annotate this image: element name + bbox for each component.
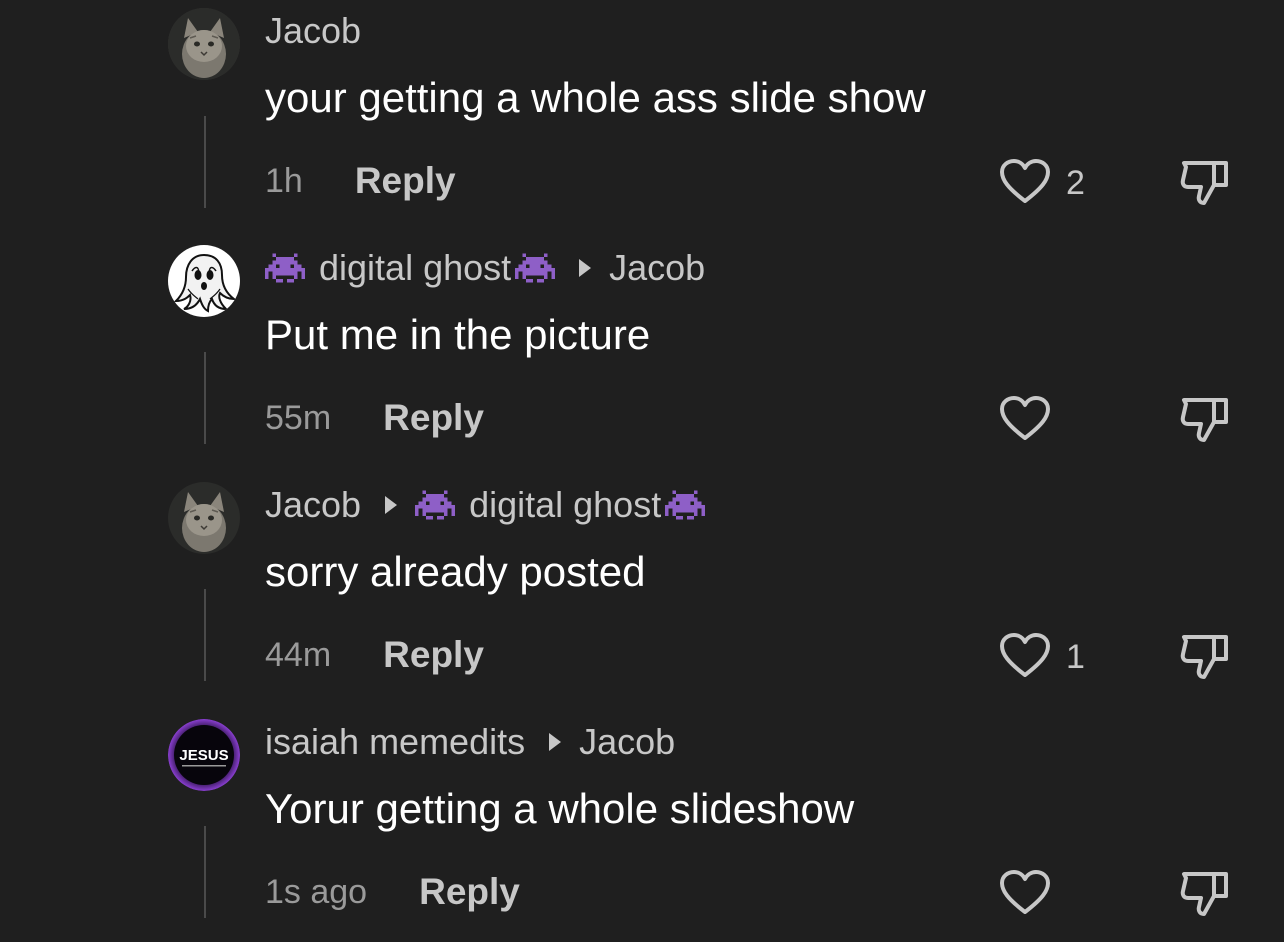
space-invader-icon xyxy=(265,253,305,283)
dislike-button[interactable] xyxy=(1178,392,1232,449)
thumbs-down-icon xyxy=(1178,398,1232,448)
thumbs-down-icon xyxy=(1178,872,1232,922)
comment-timestamp: 1s ago xyxy=(265,872,368,911)
comment-item: Jacob digital ghost sorry already posted… xyxy=(0,474,1284,710)
space-invader-icon xyxy=(515,253,556,283)
comment-timestamp: 55m xyxy=(265,398,332,437)
comment-header: Jacob digital ghost xyxy=(265,484,706,526)
reply-to-name[interactable]: Jacob xyxy=(609,247,705,289)
comment-timestamp: 44m xyxy=(265,635,332,674)
heart-outline-icon xyxy=(998,869,1052,920)
like-button[interactable]: 2 xyxy=(998,158,1085,209)
comment-meta: 1h Reply xyxy=(265,160,456,202)
thread-line xyxy=(204,352,206,444)
caret-right-icon xyxy=(385,496,398,514)
like-count: 2 xyxy=(1066,164,1085,202)
thumbs-down-icon xyxy=(1178,161,1232,211)
comment-header: digital ghost Jacob xyxy=(265,247,705,289)
reply-button[interactable]: Reply xyxy=(383,397,484,439)
reply-button[interactable]: Reply xyxy=(383,634,484,676)
thread-line xyxy=(204,826,206,918)
comment-meta: 1s ago Reply xyxy=(265,871,520,913)
caret-right-icon xyxy=(579,259,592,277)
comment-meta: 44m Reply xyxy=(265,634,484,676)
reply-to-name[interactable]: Jacob xyxy=(579,721,675,763)
reply-to-name[interactable]: digital ghost xyxy=(469,484,661,526)
thread-line xyxy=(204,116,206,208)
like-button[interactable]: 1 xyxy=(998,632,1085,683)
thread-line xyxy=(204,589,206,681)
thumbs-down-icon xyxy=(1178,635,1232,685)
reply-button[interactable]: Reply xyxy=(355,160,456,202)
heart-outline-icon xyxy=(998,395,1052,446)
comment-text: Yorur getting a whole slideshow xyxy=(265,785,855,832)
comment-text: your getting a whole ass slide show xyxy=(265,74,926,121)
author-name[interactable]: digital ghost xyxy=(319,247,511,289)
comment-text: sorry already posted xyxy=(265,548,646,595)
comment-item: JESUS isaiah memedits Jacob Yorur gettin… xyxy=(0,711,1284,942)
comment-timestamp: 1h xyxy=(265,161,303,200)
like-button[interactable] xyxy=(998,395,1066,446)
comment-item: digital ghost Jacob Put me in the pictur… xyxy=(0,237,1284,473)
dislike-button[interactable] xyxy=(1178,866,1232,923)
avatar-jesus[interactable]: JESUS xyxy=(168,719,240,791)
comment-item: Jacob your getting a whole ass slide sho… xyxy=(0,0,1284,236)
comment-header: isaiah memedits Jacob xyxy=(265,721,675,763)
caret-right-icon xyxy=(549,733,562,751)
space-invader-icon xyxy=(415,490,456,520)
heart-outline-icon xyxy=(998,158,1052,209)
avatar-cat[interactable] xyxy=(168,8,240,80)
avatar-ghost[interactable] xyxy=(168,245,240,317)
avatar-cat[interactable] xyxy=(168,482,240,554)
space-invader-icon xyxy=(665,490,706,520)
author-name[interactable]: Jacob xyxy=(265,10,361,52)
comment-text: Put me in the picture xyxy=(265,311,651,358)
like-count: 1 xyxy=(1066,638,1085,676)
like-button[interactable] xyxy=(998,869,1066,920)
avatar-logo-text: JESUS xyxy=(179,747,228,764)
dislike-button[interactable] xyxy=(1178,155,1232,212)
comment-thread: Jacob your getting a whole ass slide sho… xyxy=(0,0,1284,942)
heart-outline-icon xyxy=(998,632,1052,683)
comment-header: Jacob xyxy=(265,10,361,52)
author-name[interactable]: Jacob xyxy=(265,484,361,526)
dislike-button[interactable] xyxy=(1178,629,1232,686)
reply-button[interactable]: Reply xyxy=(419,871,520,913)
comment-meta: 55m Reply xyxy=(265,397,484,439)
author-name[interactable]: isaiah memedits xyxy=(265,721,525,763)
